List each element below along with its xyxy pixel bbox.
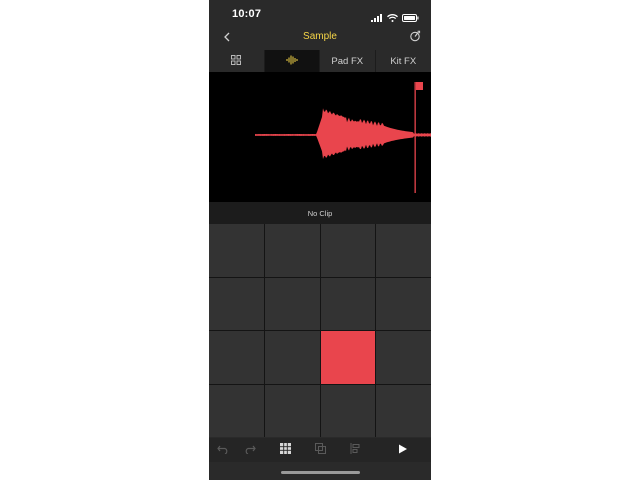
- tuner-button[interactable]: [407, 30, 423, 46]
- clip-label: No Clip: [209, 202, 431, 224]
- pad[interactable]: [376, 331, 431, 384]
- playhead-line: [414, 82, 416, 193]
- pad[interactable]: [264, 331, 320, 384]
- undo-button[interactable]: [215, 442, 231, 458]
- status-icons: [371, 9, 419, 27]
- pad[interactable]: [320, 277, 376, 330]
- copy-icon: [314, 441, 326, 459]
- align-button[interactable]: [347, 442, 363, 458]
- phone-screen: 10:07 Sample Pad FX Kit FX No Clip: [209, 0, 431, 480]
- waveform-shape: [255, 108, 431, 160]
- pad[interactable]: [376, 224, 431, 277]
- tab-pad-fx[interactable]: Pad FX: [320, 50, 376, 72]
- copy-button[interactable]: [312, 442, 328, 458]
- pad-active[interactable]: [320, 331, 376, 384]
- pad[interactable]: [320, 224, 376, 277]
- waveform-icon: [286, 55, 298, 68]
- align-icon: [350, 441, 361, 459]
- tab-bar: Pad FX Kit FX: [209, 50, 431, 72]
- pad[interactable]: [264, 224, 320, 277]
- play-button[interactable]: [395, 442, 411, 458]
- status-time: 10:07: [232, 8, 262, 20]
- status-bar: 10:07: [209, 0, 431, 28]
- pad-grid: [209, 224, 431, 437]
- undo-icon: [217, 441, 229, 459]
- bottom-toolbar: [209, 438, 431, 462]
- tab-kit-fx[interactable]: Kit FX: [376, 50, 432, 72]
- page-title: Sample: [303, 31, 337, 42]
- play-icon: [398, 441, 408, 459]
- pad[interactable]: [376, 277, 431, 330]
- pad[interactable]: [209, 331, 264, 384]
- redo-button[interactable]: [242, 442, 258, 458]
- home-indicator: [281, 471, 360, 474]
- tab-sample[interactable]: [264, 50, 320, 72]
- pad[interactable]: [209, 224, 264, 277]
- waveform-display[interactable]: [209, 72, 431, 202]
- pad[interactable]: [209, 384, 264, 437]
- tuner-icon: [409, 29, 421, 47]
- pad[interactable]: [264, 277, 320, 330]
- tab-pads[interactable]: [209, 50, 265, 72]
- pad[interactable]: [376, 384, 431, 437]
- playhead-handle[interactable]: [416, 82, 423, 90]
- signal-icon: [371, 9, 383, 27]
- nav-bar: Sample: [209, 28, 431, 48]
- pad[interactable]: [264, 384, 320, 437]
- pad[interactable]: [209, 277, 264, 330]
- battery-icon: [402, 9, 419, 27]
- redo-icon: [244, 441, 256, 459]
- grid-view-icon: [279, 441, 291, 459]
- pad[interactable]: [320, 384, 376, 437]
- grid-icon: [231, 54, 242, 68]
- grid-view-button[interactable]: [277, 442, 293, 458]
- wifi-icon: [387, 9, 398, 27]
- waveform-svg: [255, 82, 431, 193]
